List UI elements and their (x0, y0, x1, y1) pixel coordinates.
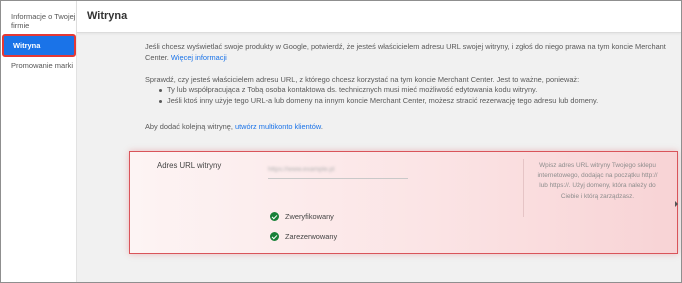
add-site-text: Aby dodać kolejną witrynę, (145, 122, 233, 131)
page-header: Witryna (77, 1, 681, 33)
website-url-label: Adres URL witryny (157, 161, 222, 170)
list-item: Jeśli ktoś inny użyje tego URL-a lub dom… (145, 96, 598, 107)
status-reserved: Zarezerwowany (270, 232, 337, 241)
sidebar-item-label: Informacje o Twojej firmie (11, 12, 76, 30)
sidebar-item-company-info[interactable]: Informacje o Twojej firmie (1, 12, 76, 30)
status-reserved-label: Zarezerwowany (285, 232, 338, 241)
more-info-link[interactable]: Więcej informacji (171, 53, 227, 62)
check-intro-paragraph: Sprawdź, czy jesteś właścicielem adresu … (145, 75, 580, 84)
status-verified-label: Zweryfikowany (285, 212, 334, 221)
website-url-help-text: Wpisz adres URL witryny Twojego sklepu i… (537, 162, 658, 200)
list-item: Ty lub współpracująca z Tobą osoba konta… (145, 85, 598, 96)
website-url-card: Adres URL witryny https://www.example.pl… (129, 151, 678, 254)
check-circle-icon (270, 232, 279, 241)
chevron-right-icon (675, 201, 678, 207)
requirements-list: Ty lub współpracująca z Tobą osoba konta… (145, 85, 598, 106)
check-circle-icon (270, 212, 279, 221)
help-divider (523, 159, 524, 217)
page-title: Witryna (87, 10, 128, 22)
sidebar-item-label: Promowanie marki (11, 61, 74, 70)
create-multiaccount-link[interactable]: utwórz multikonto klientów (235, 122, 321, 131)
intro-paragraph: Jeśli chcesz wyświetlać swoje produkty w… (145, 42, 670, 63)
sidebar: Informacje o Twojej firmie Witryna Promo… (1, 1, 77, 282)
website-url-input[interactable]: https://www.example.pl (268, 166, 408, 179)
sidebar-item-website[interactable]: Witryna (2, 34, 76, 57)
sidebar-item-brand-promotion[interactable]: Promowanie marki (1, 61, 76, 70)
add-site-paragraph: Aby dodać kolejną witrynę, utwórz multik… (145, 122, 323, 133)
website-url-value: https://www.example.pl (268, 166, 335, 173)
sidebar-item-label: Witryna (13, 41, 41, 50)
app-window: Informacje o Twojej firmie Witryna Promo… (0, 0, 682, 283)
status-verified: Zweryfikowany (270, 212, 334, 221)
add-site-suffix: . (320, 122, 323, 131)
